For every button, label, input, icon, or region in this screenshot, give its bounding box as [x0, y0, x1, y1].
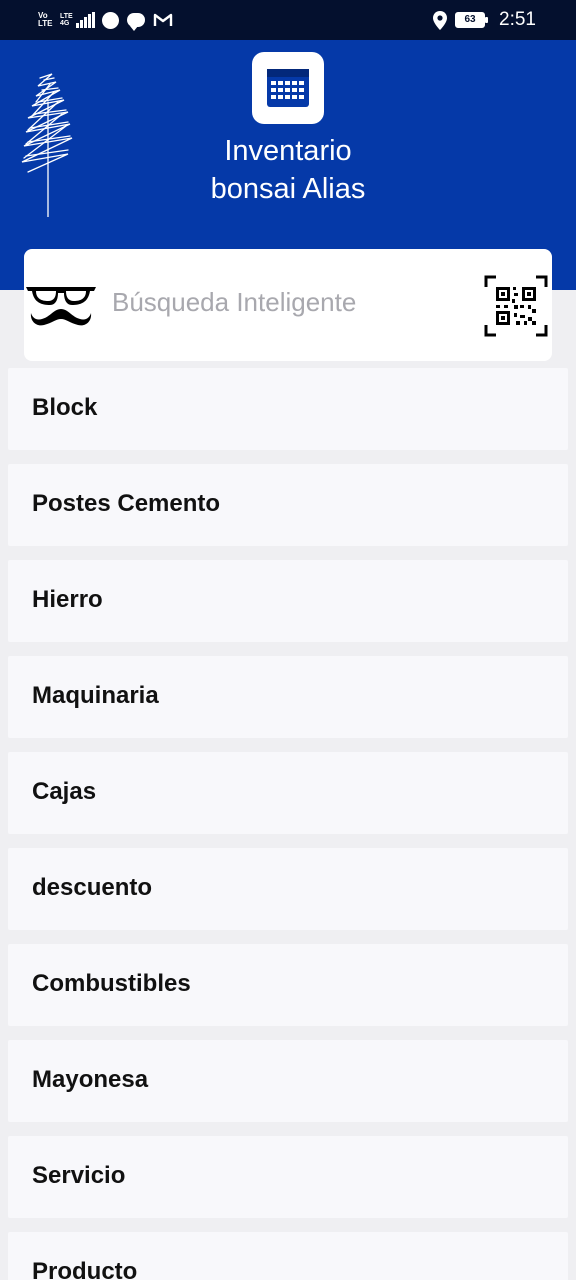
signal-icon [76, 12, 95, 28]
list-item[interactable]: Mayonesa [8, 1040, 568, 1122]
list-item-label: Cajas [32, 778, 97, 805]
list-item-label: Hierro [32, 586, 103, 613]
list-item-label: Postes Cemento [32, 490, 221, 517]
lte-indicator: LTE 4G [60, 13, 73, 27]
list-item-label: Mayonesa [32, 1066, 149, 1093]
clock: 2:51 [499, 9, 536, 30]
list-item[interactable]: Block [8, 368, 568, 450]
list-item-label: Servicio [32, 1162, 126, 1189]
list-item-label: descuento [32, 874, 153, 901]
search-bar[interactable]: Búsqueda Inteligente [24, 249, 552, 361]
app-title-line1: Inventario [224, 135, 352, 167]
category-list: Block Postes Cemento Hierro Maquinaria C… [8, 368, 568, 1280]
qr-code-icon[interactable] [484, 275, 548, 337]
notification-circle-icon [102, 11, 119, 29]
volte-indicator: Vo LTE [38, 12, 56, 28]
list-item[interactable]: Hierro [8, 560, 568, 642]
calendar-icon [267, 69, 309, 107]
status-right: 63 2:51 [433, 8, 536, 32]
status-left: Vo LTE LTE 4G [38, 9, 173, 31]
search-input[interactable]: Búsqueda Inteligente [112, 287, 356, 318]
lte-bottom: 4G [60, 20, 70, 27]
list-item[interactable]: Producto [8, 1232, 568, 1280]
list-item-label: Producto [32, 1258, 138, 1280]
list-item-label: Combustibles [32, 970, 191, 997]
list-item-label: Block [32, 394, 98, 421]
volte-bottom: LTE [38, 19, 53, 28]
list-item[interactable]: Postes Cemento [8, 464, 568, 546]
status-bar: Vo LTE LTE 4G 63 2:51 [0, 0, 576, 40]
gmail-icon [153, 13, 173, 26]
list-item[interactable]: Maquinaria [8, 656, 568, 738]
location-icon [433, 10, 448, 30]
list-item-label: Maquinaria [32, 682, 159, 709]
app-title-line2: bonsai Alias [210, 173, 366, 205]
list-item[interactable]: Combustibles [8, 944, 568, 1026]
chat-bubble-icon [127, 13, 145, 31]
lte-top: LTE [60, 13, 73, 20]
app-logo [252, 52, 324, 124]
battery-icon: 63 [455, 12, 489, 28]
list-item[interactable]: descuento [8, 848, 568, 930]
list-item[interactable]: Cajas [8, 752, 568, 834]
glasses-mustache-icon [26, 287, 96, 326]
app-title: Inventario bonsai Alias [0, 132, 576, 208]
list-item[interactable]: Servicio [8, 1136, 568, 1218]
